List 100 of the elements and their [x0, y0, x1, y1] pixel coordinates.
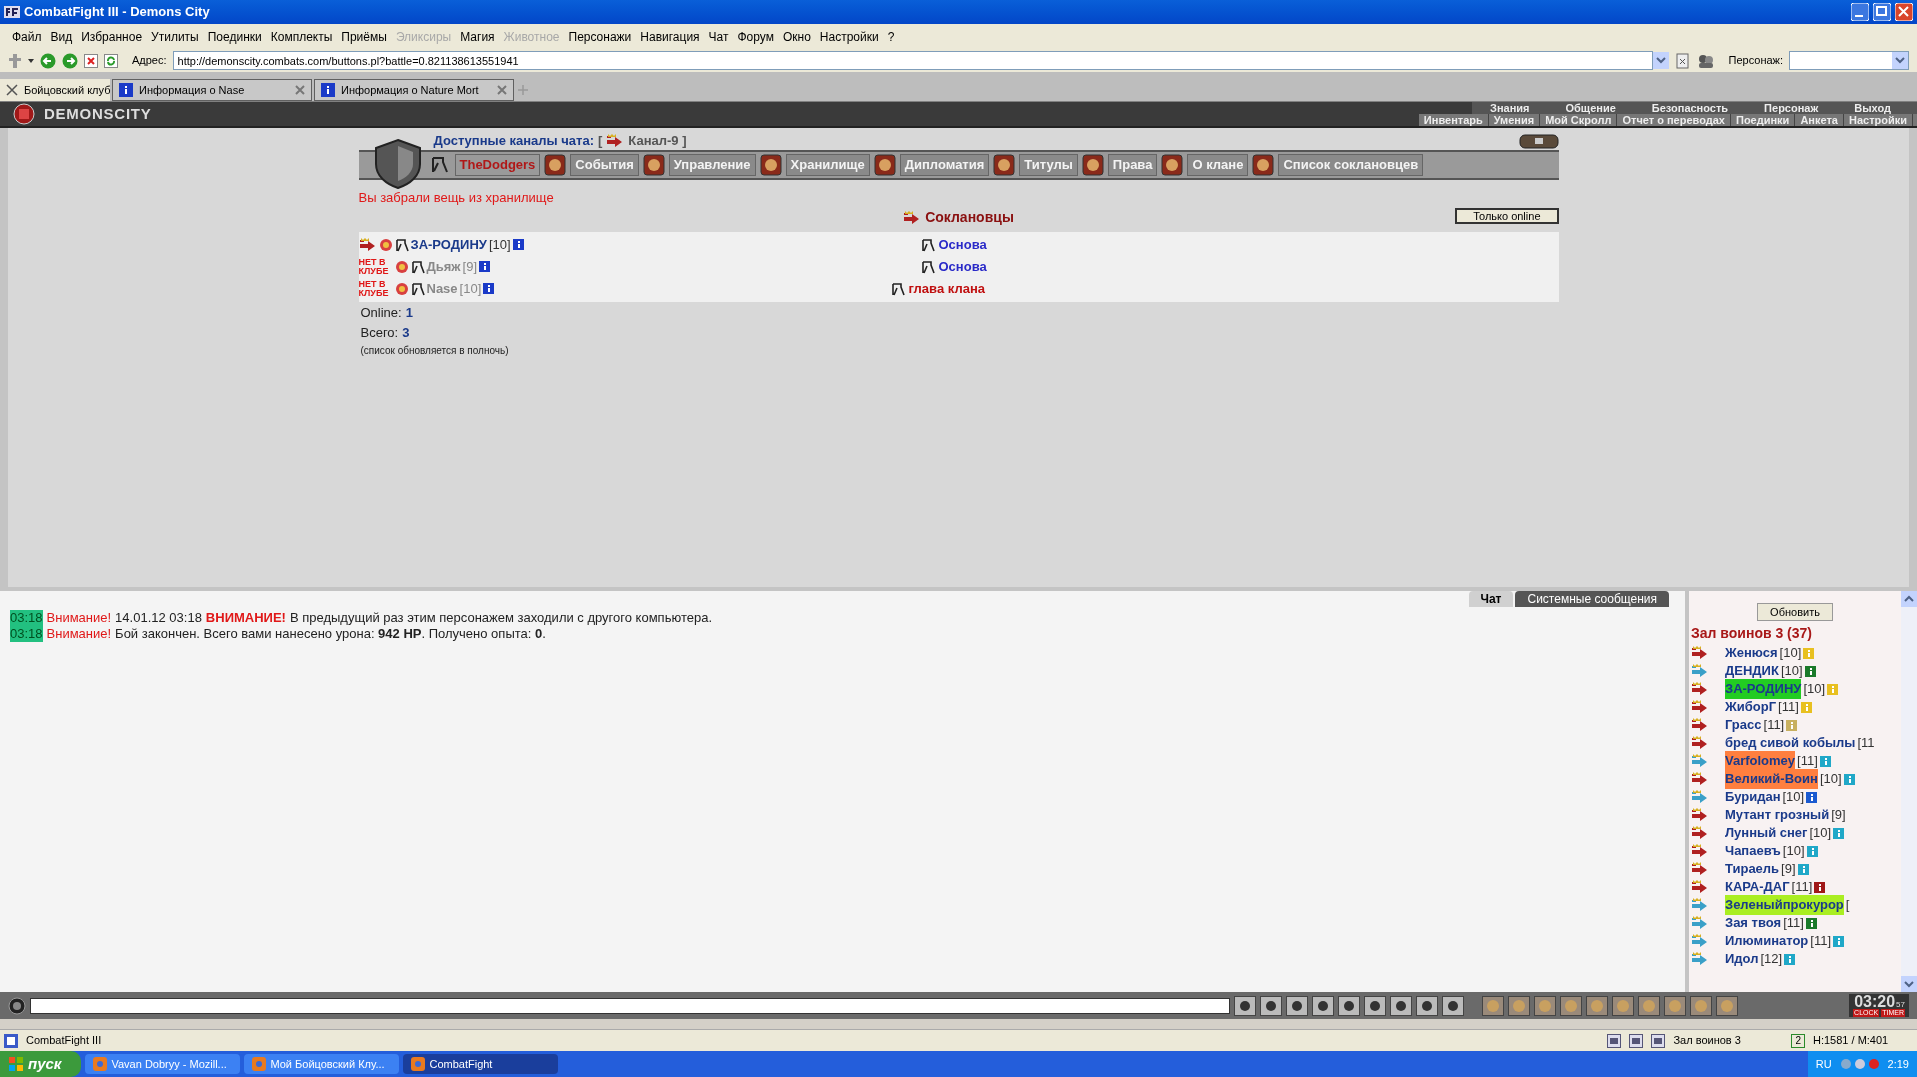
stat-label: Всего:: [360, 324, 399, 342]
menu-item[interactable]: Магия: [460, 27, 495, 46]
player-name[interactable]: КАРА-ДАГ: [1725, 877, 1790, 897]
player-name[interactable]: Чапаевъ: [1725, 841, 1781, 861]
menu-item[interactable]: Утилиты: [151, 27, 199, 46]
taskbar-button[interactable]: Мой Бойцовский Клу...: [244, 1054, 400, 1074]
emote-icon[interactable]: [1508, 995, 1530, 1016]
taskbar-button[interactable]: CombatFight: [403, 1054, 559, 1074]
status-icon: [1629, 1033, 1644, 1048]
tool-icon[interactable]: [1442, 995, 1464, 1016]
player-name[interactable]: Varfolomey: [1725, 751, 1796, 771]
nav-link[interactable]: Безопасность: [1633, 102, 1747, 114]
emote-icon[interactable]: [1716, 995, 1738, 1016]
nav-link[interactable]: Мой Скролл: [1540, 114, 1618, 126]
chat-tab[interactable]: Чат: [1468, 591, 1514, 607]
tool-icon[interactable]: [1312, 995, 1334, 1016]
nav-link[interactable]: Персонаж: [1746, 102, 1837, 114]
menu-item[interactable]: Чат: [708, 27, 729, 46]
nav-link[interactable]: Умения: [1488, 114, 1541, 126]
player-name[interactable]: Великий-Воин: [1725, 769, 1818, 789]
taskbar-button[interactable]: Vavan Dobryy - Mozill...: [85, 1054, 241, 1074]
nav-link[interactable]: Настройки: [1843, 114, 1913, 126]
timestamp: 03:18: [10, 610, 43, 626]
tool-icon[interactable]: [1390, 995, 1412, 1016]
player-name[interactable]: Мутант грозный: [1725, 805, 1830, 825]
nav-link[interactable]: Общение: [1547, 102, 1634, 114]
tool-icon[interactable]: [1234, 995, 1256, 1016]
menu-item[interactable]: Настройки: [819, 27, 879, 46]
window-title: CombatFight III - Demons City: [24, 3, 211, 22]
emote-icon[interactable]: [1534, 995, 1556, 1016]
menu-item[interactable]: Форум: [737, 27, 774, 46]
emote-icon[interactable]: [1586, 995, 1608, 1016]
plus-icon: [516, 83, 530, 97]
player-name[interactable]: ДЕНДИК: [1725, 661, 1779, 681]
page-icon: [1674, 52, 1691, 69]
tool-icon[interactable]: [1338, 995, 1360, 1016]
info-icon: [321, 83, 335, 97]
emote-icon[interactable]: [1690, 995, 1712, 1016]
emote-icon[interactable]: [1560, 995, 1582, 1016]
tool-icon[interactable]: [1260, 995, 1282, 1016]
nav-link[interactable]: Отчет о переводах: [1617, 114, 1731, 126]
menu-item[interactable]: Файл: [12, 27, 42, 46]
player-name[interactable]: Зеленыйпрокурор: [1725, 895, 1844, 915]
player-name[interactable]: Грасс: [1725, 715, 1762, 735]
channel-name[interactable]: Канал-9 ]: [628, 131, 687, 151]
notice-text: Вы забрали вещь из хранилище: [358, 189, 555, 207]
glyph-icon: [410, 259, 425, 274]
menu-item[interactable]: Избранное: [81, 27, 143, 46]
swords-icon: [6, 84, 18, 96]
start-button[interactable]: пуск: [0, 1051, 82, 1077]
filter-button[interactable]: Только online: [1455, 207, 1559, 224]
nav-link[interactable]: Инвентарь: [1418, 114, 1489, 126]
member-level: [9]: [462, 257, 478, 276]
player-name[interactable]: Илюминатор: [1725, 931, 1809, 951]
player-name[interactable]: бред сивой кобылы: [1725, 733, 1856, 753]
chat-input[interactable]: [30, 997, 1230, 1014]
emote-icon[interactable]: [1638, 995, 1660, 1016]
menu-item[interactable]: Вид: [50, 27, 73, 46]
maximize-icon[interactable]: [1873, 3, 1891, 21]
player-name[interactable]: Тираель: [1725, 859, 1780, 879]
player-name[interactable]: ЖиборГ: [1725, 697, 1777, 717]
player-level: [10]: [1803, 680, 1826, 699]
scrollbar[interactable]: [1901, 591, 1917, 992]
browser-tab[interactable]: Информация о Nature Mort: [314, 79, 514, 101]
player-level: [10]: [1809, 824, 1832, 843]
tool-icon[interactable]: [1286, 995, 1308, 1016]
nav-link[interactable]: Выход: [1836, 102, 1909, 114]
player-name[interactable]: Буридан: [1725, 787, 1781, 807]
minimize-icon[interactable]: [1851, 3, 1869, 21]
nav-link[interactable]: Анкета: [1795, 114, 1844, 126]
presence-label: НЕТ В КЛУБЕ: [358, 279, 390, 298]
menu-item[interactable]: Навигация: [640, 27, 700, 46]
menu-item[interactable]: Комплекты: [270, 27, 333, 46]
player-name[interactable]: Зая твоя: [1725, 913, 1782, 933]
tool-icon[interactable]: [1364, 995, 1386, 1016]
caret-icon: [28, 58, 34, 63]
browser-tab[interactable]: Информация о Nase: [112, 79, 312, 101]
persona-select[interactable]: [1789, 51, 1909, 70]
player-name[interactable]: Женюся: [1725, 643, 1778, 663]
member-name[interactable]: ЗА-РОДИНУ: [410, 234, 487, 255]
back-icon: [40, 52, 56, 69]
close-icon[interactable]: [1895, 3, 1913, 21]
browser-tab[interactable]: Бойцовский клуб: [0, 79, 110, 101]
chat-tab[interactable]: Системные сообщения: [1515, 591, 1669, 607]
tool-icon[interactable]: [1416, 995, 1438, 1016]
nav-link[interactable]: Знания: [1472, 102, 1548, 114]
refresh-button[interactable]: Обновить: [1757, 603, 1833, 621]
menu-item[interactable]: Персонажи: [568, 27, 632, 46]
player-name[interactable]: Лунный снег: [1725, 823, 1808, 843]
menu-item[interactable]: ?: [887, 27, 895, 46]
menu-item[interactable]: Приёмы: [341, 27, 387, 46]
emote-icon[interactable]: [1664, 995, 1686, 1016]
menu-item[interactable]: Поединки: [207, 27, 262, 46]
emote-icon[interactable]: [1482, 995, 1504, 1016]
refresh-icon: [104, 52, 118, 69]
emote-icon[interactable]: [1612, 995, 1634, 1016]
address-field[interactable]: http://demonscity.combats.com/buttons.pl?battle=0.821138613551941: [172, 51, 1653, 70]
menu-item[interactable]: Окно: [782, 27, 811, 46]
player-name[interactable]: Идол: [1725, 949, 1759, 969]
nav-link[interactable]: Поединки: [1730, 114, 1796, 126]
